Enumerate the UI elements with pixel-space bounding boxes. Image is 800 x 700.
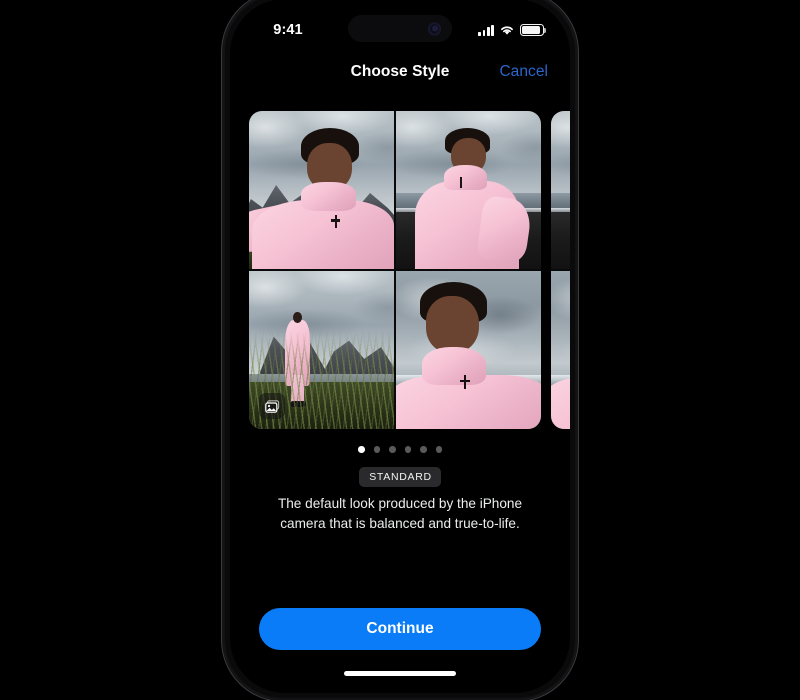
- photo-preview-beach: [551, 111, 570, 270]
- style-name-badge: STANDARD: [359, 467, 441, 487]
- photo-preview-moody: [551, 270, 570, 429]
- cancel-button[interactable]: Cancel: [499, 63, 548, 81]
- camera-indicator-icon: [428, 22, 441, 35]
- battery-icon: [520, 24, 547, 36]
- photo-grid: [249, 111, 541, 429]
- style-carousel[interactable]: [230, 111, 570, 431]
- cellular-bars-icon: [478, 24, 494, 36]
- continue-button[interactable]: Continue: [259, 608, 541, 650]
- style-badge-row: STANDARD: [230, 467, 570, 487]
- page-dot-2[interactable]: [373, 446, 380, 453]
- standard-style-card[interactable]: [249, 111, 541, 429]
- status-indicators: [478, 24, 547, 36]
- page-dot-3[interactable]: [389, 446, 396, 453]
- style-description: The default look produced by the iPhone …: [277, 496, 523, 532]
- page-dot-1[interactable]: [358, 446, 365, 453]
- dynamic-island: [348, 15, 452, 42]
- photo-beach-black-sand: [395, 111, 541, 270]
- home-indicator[interactable]: [344, 671, 456, 676]
- page-dot-4[interactable]: [404, 446, 411, 453]
- phone-frame: 9:41 Choose Style Cancel STANDARD The de…: [221, 0, 579, 700]
- status-time: 9:41: [273, 22, 303, 38]
- page-title: Choose Style: [350, 63, 450, 80]
- photo-library-icon[interactable]: [259, 393, 285, 419]
- wifi-icon: [501, 26, 513, 35]
- screenshot-stage: 9:41 Choose Style Cancel STANDARD The de…: [0, 0, 800, 700]
- photo-portrait-closeup-moody: [395, 270, 541, 429]
- photo-wide-grass-mountains: [249, 270, 395, 429]
- page-dots[interactable]: [230, 446, 570, 453]
- navigation-bar: Choose Style Cancel: [230, 55, 570, 89]
- next-style-card-preview[interactable]: [551, 111, 570, 429]
- page-dot-5[interactable]: [420, 446, 427, 453]
- photo-portrait-selfie-mountains: [249, 111, 395, 270]
- page-dot-6[interactable]: [435, 446, 442, 453]
- photo-grid-preview: [551, 111, 570, 429]
- phone-screen: 9:41 Choose Style Cancel STANDARD The de…: [230, 0, 570, 693]
